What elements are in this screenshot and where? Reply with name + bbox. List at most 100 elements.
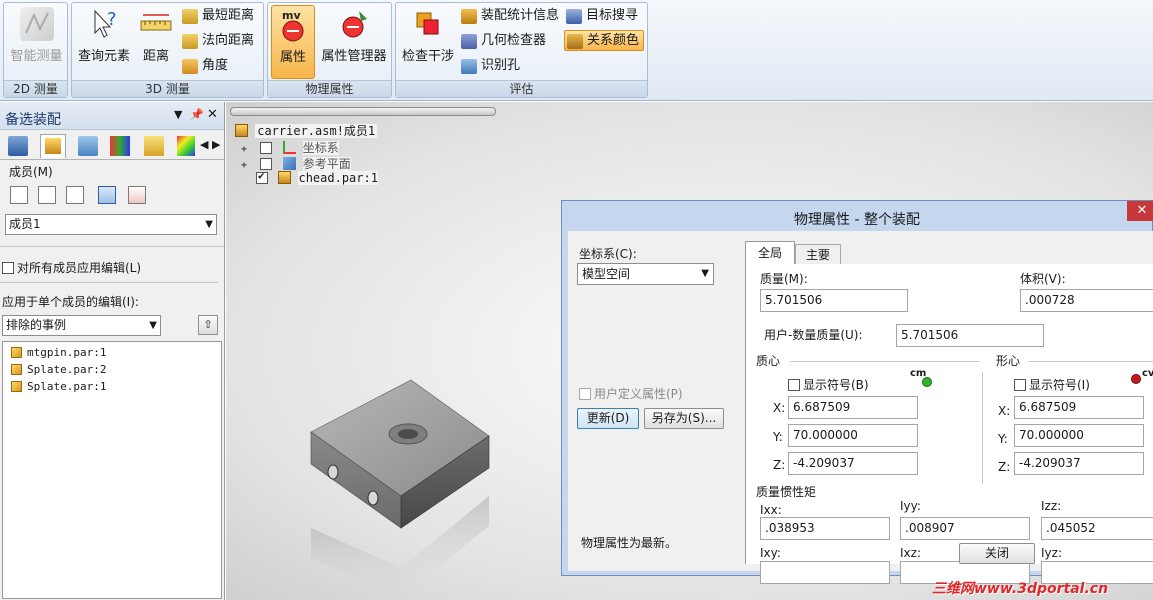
tree-checkbox[interactable] bbox=[260, 142, 273, 154]
parts-tab-icon[interactable] bbox=[8, 136, 28, 156]
target-seeker-button[interactable]: 目标搜寻 bbox=[564, 6, 638, 27]
cv-y-field[interactable]: 70.000000 bbox=[1014, 424, 1144, 447]
shortest-distance-button[interactable]: 最短距离 bbox=[180, 6, 254, 27]
layers-tab-icon[interactable] bbox=[78, 136, 98, 156]
dialog-close-icon[interactable]: ✕ bbox=[1127, 201, 1153, 221]
show-symbol-cm-label: 显示符号(B) bbox=[803, 378, 869, 392]
apply-all-check[interactable] bbox=[2, 262, 14, 274]
add-member-icon[interactable] bbox=[10, 186, 28, 204]
iyy-field[interactable]: .008907 bbox=[900, 517, 1030, 540]
cv-x-field[interactable]: 6.687509 bbox=[1014, 396, 1144, 419]
list-item[interactable]: mtgpin.par:1 bbox=[11, 344, 106, 361]
relationship-colors-label: 关系颜色 bbox=[587, 33, 640, 48]
close-icon[interactable]: ✕ bbox=[207, 107, 218, 122]
cm-x-field[interactable]: 6.687509 bbox=[788, 396, 918, 419]
mass-field[interactable]: 5.701506 bbox=[760, 289, 908, 312]
color-tab-icon[interactable] bbox=[177, 136, 195, 156]
coord-system-value: 模型空间 bbox=[582, 267, 631, 281]
member-select-value: 成员1 bbox=[9, 217, 41, 231]
panel-header: 备选装配 ▼ 📌 ✕ bbox=[0, 102, 224, 130]
part-model[interactable] bbox=[306, 372, 546, 598]
volume-field[interactable]: .000728 bbox=[1020, 289, 1153, 312]
normal-distance-icon bbox=[182, 34, 198, 49]
tree-root[interactable]: carrier.asm!成员1 bbox=[235, 122, 378, 139]
tab-principal[interactable]: 主要 bbox=[795, 244, 841, 265]
distance-button[interactable]: 距离 bbox=[136, 7, 176, 65]
cv-z-field[interactable]: -4.209037 bbox=[1014, 452, 1144, 475]
tree-root-label: carrier.asm!成员1 bbox=[255, 124, 378, 138]
show-symbol-cm-checkbox[interactable]: 显示符号(B) bbox=[788, 376, 869, 393]
physical-properties-dialog: 物理属性 - 整个装配 ✕ 坐标系(C): 模型空间 ▼ 用户定义属性(P) 更… bbox=[561, 200, 1153, 584]
ixx-field[interactable]: .038953 bbox=[760, 517, 890, 540]
identify-holes-button[interactable]: 识别孔 bbox=[459, 56, 520, 77]
tab-prev-icon[interactable]: ◀ bbox=[200, 138, 208, 151]
upload-icon[interactable]: ⇧ bbox=[198, 315, 218, 335]
group-label-physical: 物理属性 bbox=[268, 80, 391, 97]
close-button[interactable]: 关闭 bbox=[959, 543, 1035, 564]
izz-label: Izz: bbox=[1041, 499, 1062, 513]
cm-z-field[interactable]: -4.209037 bbox=[788, 452, 918, 475]
ixy-field[interactable] bbox=[760, 561, 890, 584]
normal-distance-button[interactable]: 法向距离 bbox=[180, 31, 254, 52]
member-select[interactable]: 成员1 ▼ bbox=[5, 214, 217, 235]
geometry-inspector-button[interactable]: 几何检查器 bbox=[459, 31, 546, 52]
expand-icon[interactable]: + bbox=[241, 144, 247, 155]
check-interference-button[interactable]: 检查干涉 bbox=[399, 7, 457, 65]
angle-button[interactable]: 角度 bbox=[180, 56, 228, 77]
list-item[interactable]: Splate.par:1 bbox=[11, 378, 106, 395]
copy-member-icon[interactable] bbox=[38, 186, 56, 204]
tree-item-coordinate-systems[interactable]: + 坐标系 bbox=[241, 139, 339, 156]
pathfinder-splitter[interactable] bbox=[230, 107, 496, 116]
shortest-distance-label: 最短距离 bbox=[202, 8, 255, 23]
show-symbol-cv-check[interactable] bbox=[1014, 379, 1026, 391]
relationship-colors-button[interactable]: 关系颜色 bbox=[564, 30, 645, 51]
user-defined-check[interactable] bbox=[579, 388, 591, 400]
panel-title: 备选装配 bbox=[5, 112, 61, 128]
table-member-icon[interactable] bbox=[98, 186, 116, 204]
panel-menu-icon[interactable]: ▼ bbox=[174, 108, 182, 121]
tree-item-label: 参考平面 bbox=[302, 157, 351, 171]
assembly-stats-button[interactable]: 装配统计信息 bbox=[459, 6, 559, 27]
list-item-label: mtgpin.par:1 bbox=[27, 346, 107, 359]
update-button[interactable]: 更新(D) bbox=[577, 408, 639, 429]
expand-icon[interactable]: + bbox=[241, 160, 247, 171]
pin-icon[interactable]: 📌 bbox=[190, 108, 204, 121]
user-mass-label: 用户-数量质量(U): bbox=[764, 328, 863, 342]
list-item[interactable]: Splate.par:2 bbox=[11, 361, 106, 378]
geometry-inspector-label: 几何检查器 bbox=[481, 33, 547, 48]
normal-distance-label: 法向距离 bbox=[202, 33, 255, 48]
tree-checkbox-checked[interactable]: ✔ bbox=[256, 169, 268, 184]
tab-global[interactable]: 全局 bbox=[745, 241, 795, 265]
izz-field[interactable]: .045052 bbox=[1041, 517, 1153, 540]
cm-y-field[interactable]: 70.000000 bbox=[788, 424, 918, 447]
delete-member-icon[interactable] bbox=[128, 186, 146, 204]
ixx-label: Ixx: bbox=[760, 503, 782, 517]
center-of-volume-section: 形心 bbox=[996, 354, 1021, 368]
tab-next-icon[interactable]: ▶ bbox=[212, 138, 220, 151]
coord-system-select[interactable]: 模型空间 ▼ bbox=[577, 263, 714, 285]
show-symbol-cv-checkbox[interactable]: 显示符号(I) bbox=[1014, 376, 1090, 393]
excluded-select[interactable]: 排除的事例 ▼ bbox=[2, 315, 161, 336]
save-as-button[interactable]: 另存为(S)... bbox=[644, 408, 724, 429]
property-manager-button[interactable]: 属性管理器 bbox=[318, 7, 390, 65]
inspect-element-label: 查询元素 bbox=[77, 49, 130, 64]
tree-item-chead[interactable]: ✔ chead.par:1 bbox=[256, 169, 378, 185]
chevron-down-icon: ▼ bbox=[205, 219, 213, 230]
user-mass-field[interactable]: 5.701506 bbox=[896, 324, 1044, 347]
inspect-element-button[interactable]: ? 查询元素 bbox=[74, 7, 134, 65]
cv-z-label: Z: bbox=[998, 460, 1011, 474]
user-defined-checkbox[interactable]: 用户定义属性(P) bbox=[579, 385, 683, 402]
reference-plane-icon bbox=[282, 157, 296, 170]
select-tab-icon[interactable] bbox=[144, 136, 164, 156]
angle-icon bbox=[182, 59, 198, 74]
properties-button[interactable]: mv 属性 bbox=[271, 5, 315, 79]
smart-measure-button[interactable]: 智能测量 bbox=[6, 7, 67, 65]
sensor-tab-icon[interactable] bbox=[110, 136, 130, 156]
cv-symbol-icon bbox=[1131, 374, 1141, 384]
show-symbol-cm-check[interactable] bbox=[788, 379, 800, 391]
rename-member-icon[interactable] bbox=[66, 186, 84, 204]
apply-single-label: 应用于单个成员的编辑(I): bbox=[2, 295, 139, 309]
group-physical-properties: mv 属性 属性管理器 物理属性 bbox=[267, 2, 392, 98]
alternate-assembly-tab-icon[interactable] bbox=[40, 134, 66, 158]
apply-all-checkbox[interactable]: 对所有成员应用编辑(L) bbox=[2, 259, 141, 276]
